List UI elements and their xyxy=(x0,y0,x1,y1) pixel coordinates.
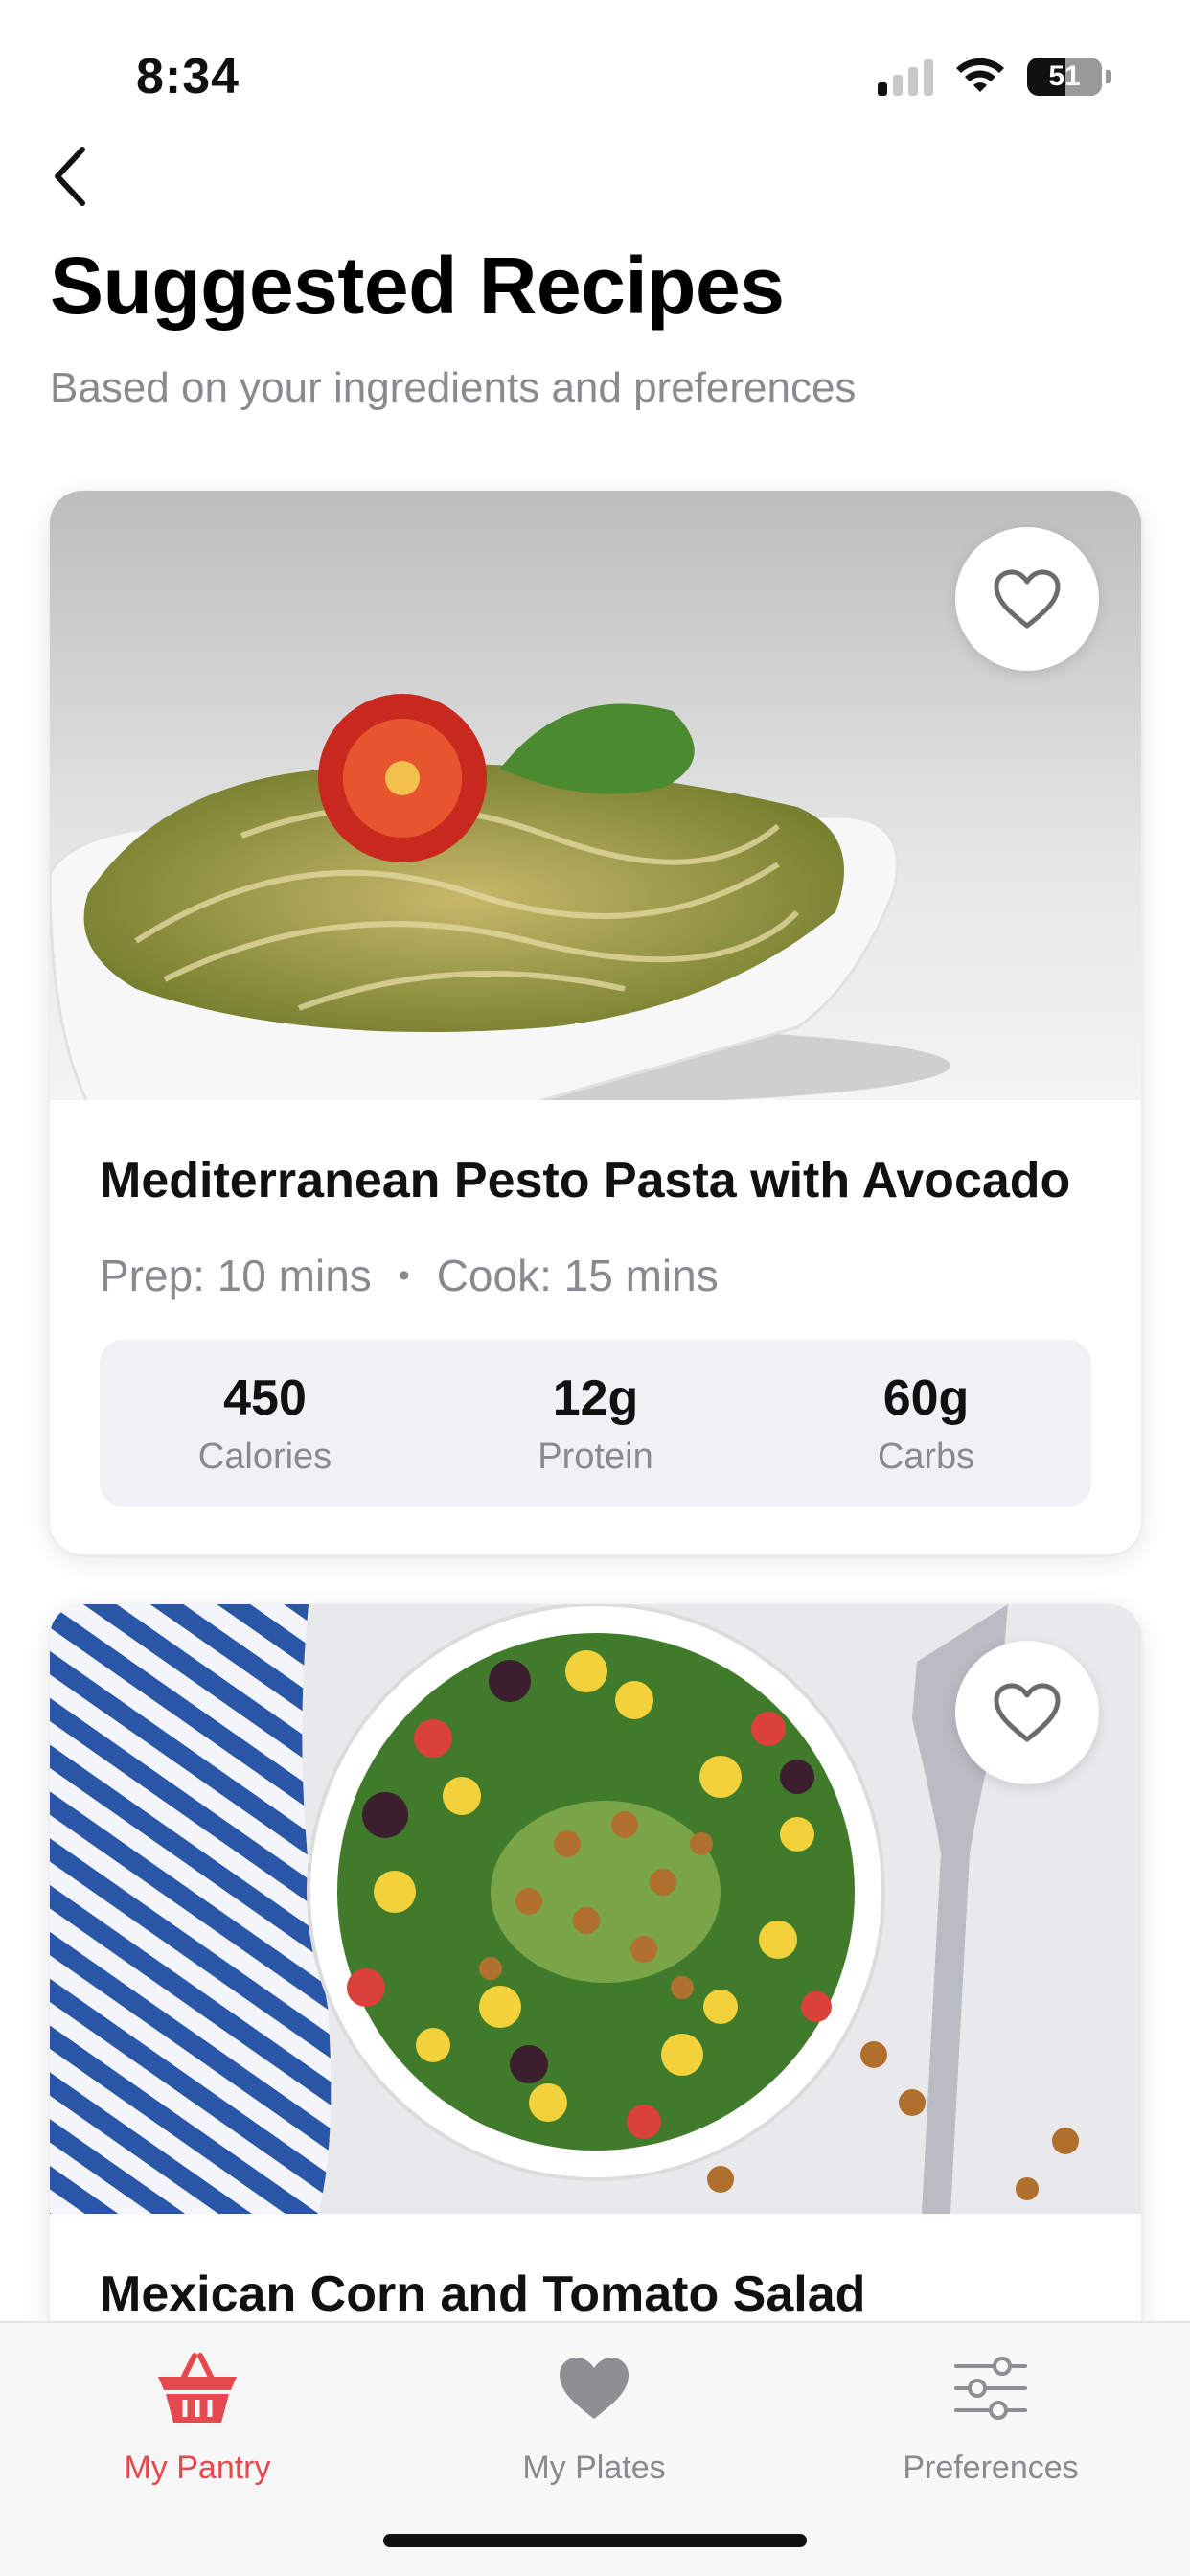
heart-icon xyxy=(558,2342,630,2434)
recipe-card-body: Mediterranean Pesto Pasta with Avocado P… xyxy=(50,1100,1141,1506)
nutrition-calories: 450 Calories xyxy=(100,1369,430,1478)
nutrition-label: Calories xyxy=(197,1436,332,1477)
tab-my-pantry[interactable]: My Pantry xyxy=(54,2342,341,2505)
tab-label: My Plates xyxy=(522,2450,666,2486)
status-icons: 51 xyxy=(878,58,1111,96)
nutrition-panel: 450 Calories 12g Protein 60g Carbs xyxy=(100,1340,1091,1506)
tab-my-plates[interactable]: My Plates xyxy=(450,2342,738,2505)
nutrition-value: 12g xyxy=(552,1369,639,1426)
battery-icon: 51 xyxy=(1027,58,1102,96)
status-time: 8:34 xyxy=(136,49,240,104)
recipe-card-body: Mexican Corn and Tomato Salad xyxy=(50,2214,1141,2323)
page-subtitle: Based on your ingredients and preference… xyxy=(50,364,857,411)
status-bar: 8:34 51 xyxy=(0,0,1190,153)
favorite-button[interactable] xyxy=(955,527,1099,671)
recipe-card[interactable]: Mediterranean Pesto Pasta with Avocado P… xyxy=(50,491,1141,1554)
nutrition-value: 60g xyxy=(882,1369,970,1426)
battery-level: 51 xyxy=(1048,60,1081,92)
heart-outline-icon xyxy=(994,569,1061,629)
recipe-title: Mexican Corn and Tomato Salad xyxy=(100,2266,866,2322)
nutrition-label: Protein xyxy=(538,1436,653,1477)
basket-icon xyxy=(154,2342,240,2434)
prep-time: Prep: 10 mins xyxy=(100,1251,372,1300)
nutrition-carbs: 60g Carbs xyxy=(761,1369,1091,1478)
nutrition-label: Carbs xyxy=(877,1436,975,1477)
nutrition-protein: 12g Protein xyxy=(430,1369,761,1478)
recipe-image-corn-salad xyxy=(50,1604,1141,2214)
sliders-icon xyxy=(954,2342,1027,2434)
meta-separator: • xyxy=(398,1256,410,1294)
recipe-meta: Prep: 10 mins • Cook: 15 mins xyxy=(100,1250,1091,1301)
tab-label: Preferences xyxy=(903,2450,1079,2486)
chevron-left-icon xyxy=(55,147,85,206)
favorite-button[interactable] xyxy=(955,1641,1099,1784)
wifi-icon xyxy=(956,58,1004,92)
page-title: Suggested Recipes xyxy=(50,241,785,331)
tab-label: My Pantry xyxy=(124,2450,271,2486)
cook-time: Cook: 15 mins xyxy=(436,1251,719,1300)
home-indicator xyxy=(383,2534,807,2547)
recipe-image-pesto-pasta xyxy=(50,491,1141,1100)
back-button[interactable] xyxy=(42,142,100,211)
heart-outline-icon xyxy=(994,1683,1061,1742)
cellular-signal-icon xyxy=(878,58,933,96)
tab-preferences[interactable]: Preferences xyxy=(847,2342,1134,2505)
nutrition-value: 450 xyxy=(223,1369,307,1426)
battery-nub xyxy=(1106,70,1111,83)
recipe-title: Mediterranean Pesto Pasta with Avocado xyxy=(100,1153,1071,1208)
